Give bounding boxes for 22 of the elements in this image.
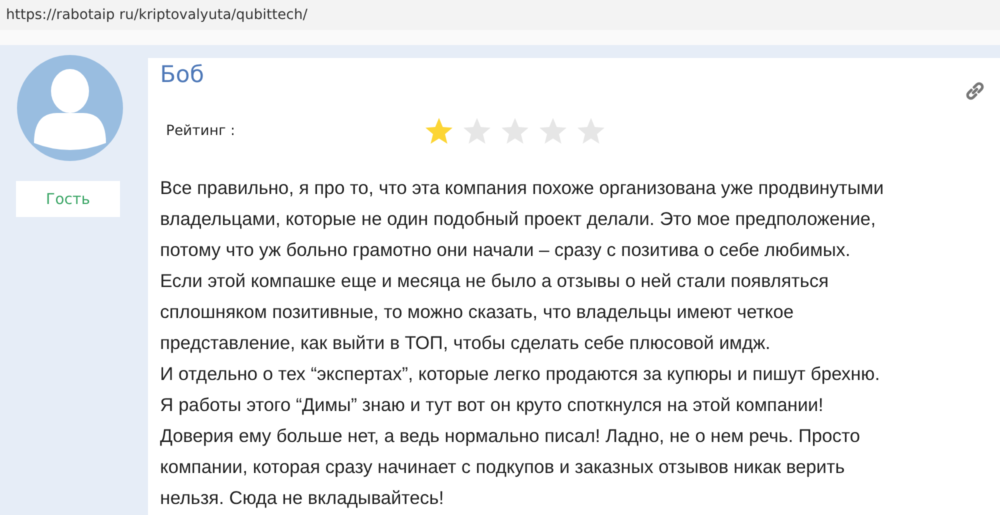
review-text-line: Если этой компашке еще и месяца не было а отзывы о ней стали появляться — [160, 269, 830, 293]
review-text-line: Я работы этого “Димы” знаю и тут вот он круто споткнулся на этой компании! — [160, 393, 824, 417]
rating-label: Рейтинг : — [165, 123, 236, 139]
star-icon — [462, 116, 492, 146]
review-text-line: потому что уж больно грамотно они начали – сразу с позитива о себе любимых. — [160, 238, 852, 262]
avatar-icon — [17, 55, 123, 161]
review-text-line: владельцами, которые не один подобный проект делали. Это мое предположение, — [160, 207, 877, 231]
star-icon — [424, 116, 454, 146]
star-icon — [538, 116, 568, 146]
page-url: https://rabotaip ru/kriptovalyuta/qubittech/ — [6, 7, 308, 23]
user-role-label: Гость — [16, 181, 120, 217]
review-text-line: сплошняком позитивные, то можно сказать, что владельцы имеют четкое — [160, 300, 795, 324]
review-text-line: представление, как выйти в ТОП, чтобы сделать себе плюсовой имдж. — [160, 331, 772, 355]
review-text-line: Доверия ему больше нет, а ведь нормально писал! Ладно, не о нем речь. Просто — [160, 424, 862, 448]
review-text-line: И отдельно о тех “экспертах”, которые легко продаются за купюры и пишут брехню. — [160, 362, 881, 386]
author-name[interactable]: Боб — [160, 62, 204, 88]
review-text-line: Все правильно, я про то, что эта компания похоже организована уже продвинутыми — [160, 176, 885, 200]
link-icon[interactable] — [964, 80, 986, 102]
review-text-line: нельзя. Сюда не вкладывайтесь! — [160, 486, 445, 510]
review-text-line: компании, которая сразу начинает с подкупов и заказных отзывов никак верить — [160, 455, 846, 479]
star-icon — [576, 116, 606, 146]
star-icon — [500, 116, 530, 146]
